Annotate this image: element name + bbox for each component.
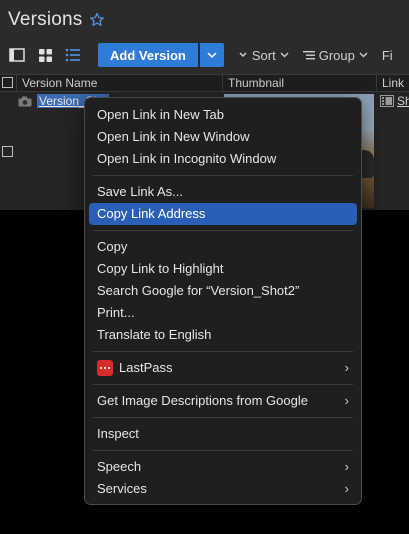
menu-item-copy-link-to-highlight[interactable]: Copy Link to Highlight: [89, 258, 357, 280]
column-header-thumbnail[interactable]: Thumbnail: [222, 75, 376, 91]
menu-separator: [93, 450, 353, 451]
film-icon: [380, 95, 394, 107]
group-icon: [302, 51, 315, 60]
detail-view-icon[interactable]: [62, 44, 84, 66]
menu-item-open-new-tab[interactable]: Open Link in New Tab: [89, 104, 357, 126]
grid-view-icon[interactable]: [34, 44, 56, 66]
menu-separator: [93, 384, 353, 385]
group-label: Group: [318, 47, 355, 63]
title-bar: Versions: [0, 0, 409, 40]
menu-item-image-descriptions[interactable]: Get Image Descriptions from Google ›: [89, 390, 357, 412]
filter-button[interactable]: Fi: [382, 48, 393, 63]
star-icon[interactable]: [89, 12, 105, 28]
toolbar: Add Version Sort Group Fi: [0, 40, 409, 70]
link-cell: Sh: [380, 94, 409, 108]
chevron-down-icon: [207, 52, 217, 58]
chevron-right-icon: ›: [344, 360, 349, 375]
menu-item-services-label: Services: [97, 481, 147, 496]
menu-item-copy[interactable]: Copy: [89, 236, 357, 258]
menu-item-services[interactable]: Services ›: [89, 478, 357, 500]
context-menu: Open Link in New Tab Open Link in New Wi…: [84, 97, 362, 505]
group-button[interactable]: Group: [302, 47, 368, 63]
chevron-down-icon: [359, 52, 368, 58]
page-title: Versions: [8, 9, 83, 30]
menu-item-speech[interactable]: Speech ›: [89, 456, 357, 478]
menu-item-save-link-as[interactable]: Save Link As...: [89, 181, 357, 203]
menu-item-search-google[interactable]: Search Google for “Version_Shot2”: [89, 280, 357, 302]
menu-item-lastpass-label: LastPass: [119, 360, 173, 375]
menu-separator: [93, 230, 353, 231]
menu-item-translate[interactable]: Translate to English: [89, 324, 357, 346]
chevron-right-icon: ›: [344, 481, 349, 496]
lastpass-icon: [97, 360, 113, 376]
menu-item-copy-link-address[interactable]: Copy Link Address: [89, 203, 357, 225]
select-all-checkbox[interactable]: [2, 77, 13, 88]
menu-item-print[interactable]: Print...: [89, 302, 357, 324]
camera-icon: [18, 96, 32, 106]
chevron-right-icon: ›: [344, 393, 349, 408]
menu-separator: [93, 175, 353, 176]
menu-item-lastpass[interactable]: LastPass ›: [89, 357, 357, 379]
table-header: Version Name Thumbnail Link: [0, 74, 409, 92]
column-header-link[interactable]: Link: [376, 75, 409, 91]
row-checkbox[interactable]: [2, 146, 13, 157]
sort-button[interactable]: Sort: [238, 48, 289, 63]
add-version-dropdown[interactable]: [199, 43, 224, 67]
sort-label: Sort: [251, 47, 276, 63]
menu-item-speech-label: Speech: [97, 459, 142, 474]
menu-item-open-incognito[interactable]: Open Link in Incognito Window: [89, 148, 357, 170]
menu-item-open-new-window[interactable]: Open Link in New Window: [89, 126, 357, 148]
menu-separator: [93, 417, 353, 418]
add-version-button[interactable]: Add Version: [98, 43, 198, 67]
list-view-icon[interactable]: [6, 44, 28, 66]
menu-separator: [93, 351, 353, 352]
menu-item-image-descriptions-label: Get Image Descriptions from Google: [97, 393, 308, 408]
link-text[interactable]: Sh: [397, 94, 409, 108]
menu-item-inspect[interactable]: Inspect: [89, 423, 357, 445]
add-version-group: Add Version: [98, 43, 224, 67]
chevron-right-icon: ›: [344, 459, 349, 474]
column-header-version-name[interactable]: Version Name: [16, 75, 222, 91]
sort-icon: [239, 52, 247, 58]
lastpass-wrap: LastPass: [97, 357, 357, 379]
chevron-down-icon: [280, 52, 289, 58]
